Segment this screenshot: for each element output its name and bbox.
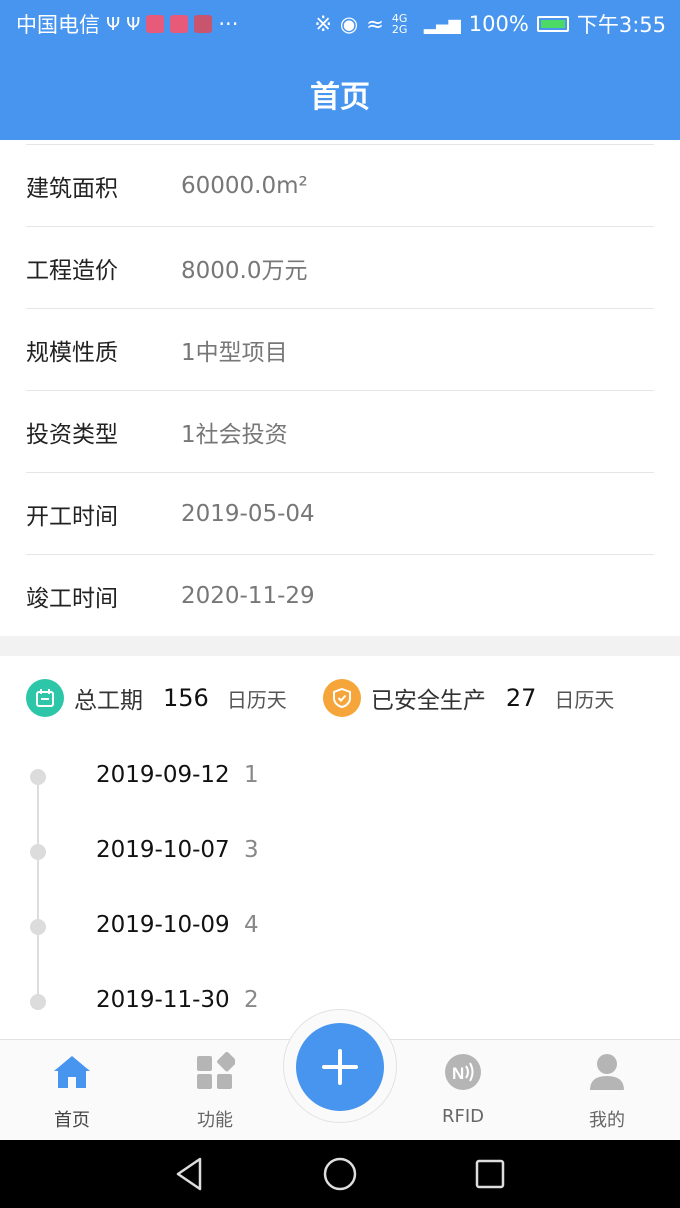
plus-icon bbox=[322, 1049, 358, 1085]
nav-rfid[interactable]: N RFID bbox=[413, 1040, 513, 1140]
page-title: 首页 bbox=[310, 80, 370, 115]
timeline-count: 2 bbox=[244, 987, 259, 1013]
person-icon bbox=[590, 1054, 624, 1090]
info-value: 60000.0m² bbox=[181, 172, 308, 199]
info-label: 竣工时间 bbox=[26, 585, 118, 612]
battery-percent: 100% bbox=[468, 12, 529, 36]
section-divider bbox=[0, 636, 680, 656]
info-value: 8000.0万元 bbox=[181, 257, 308, 284]
nav-home-label: 首页 bbox=[54, 1110, 90, 1131]
app-notification-icon bbox=[194, 15, 213, 33]
timeline-date: 2019-09-12 bbox=[96, 762, 230, 788]
nav-profile-label: 我的 bbox=[589, 1110, 625, 1131]
add-button[interactable] bbox=[296, 1023, 384, 1111]
safe-days-value: 27 bbox=[505, 684, 537, 712]
info-label: 工程造价 bbox=[26, 257, 118, 284]
usb-icon: Ψ bbox=[106, 13, 121, 35]
timeline-date: 2019-10-07 bbox=[96, 837, 230, 863]
eye-icon: ◉ bbox=[339, 12, 359, 36]
home-circle-icon[interactable] bbox=[320, 1154, 360, 1194]
app-header: 中国电信 Ψ Ψ ··· ※ ◉ ≈ 4G 2G ▂▄▆ 100% 下午3:55… bbox=[0, 0, 680, 140]
carrier-label: 中国电信 bbox=[16, 13, 100, 37]
nfc-icon: N bbox=[445, 1054, 481, 1090]
grid-icon bbox=[197, 1052, 235, 1089]
info-label: 投资类型 bbox=[26, 421, 118, 448]
clock: 下午3:55 bbox=[576, 13, 666, 37]
home-icon bbox=[54, 1056, 90, 1088]
timeline-date: 2019-10-09 bbox=[96, 912, 230, 938]
status-bar: 中国电信 Ψ Ψ ··· ※ ◉ ≈ 4G 2G ▂▄▆ 100% 下午3:55 bbox=[0, 0, 680, 48]
back-icon[interactable] bbox=[170, 1154, 210, 1194]
info-row-area: 建筑面积 60000.0m² bbox=[26, 144, 654, 226]
nav-functions-label: 功能 bbox=[197, 1110, 233, 1131]
timeline-dot bbox=[30, 994, 46, 1010]
nav-home[interactable]: 首页 bbox=[22, 1040, 122, 1140]
project-stats: 总工期 156 日历天 已安全生产 27 日历天 bbox=[26, 676, 614, 720]
info-row-end-date: 竣工时间 2020-11-29 bbox=[26, 554, 654, 636]
nav-functions[interactable]: 功能 bbox=[165, 1040, 265, 1140]
timeline-count: 3 bbox=[244, 837, 259, 863]
usb-icon: Ψ bbox=[126, 13, 141, 35]
info-value: 1社会投资 bbox=[181, 421, 288, 448]
system-nav-bar bbox=[0, 1140, 680, 1208]
project-info-list: 建筑面积 60000.0m² 工程造价 8000.0万元 规模性质 1中型项目 … bbox=[26, 144, 654, 636]
timeline-item[interactable]: 2019-09-12 1 bbox=[26, 740, 626, 815]
timeline-dot bbox=[30, 769, 46, 785]
info-label: 开工时间 bbox=[26, 503, 118, 530]
timeline-dot bbox=[30, 919, 46, 935]
timeline: 2019-09-12 1 2019-10-07 3 2019-10-09 4 2… bbox=[26, 740, 626, 1040]
info-row-start-date: 开工时间 2019-05-04 bbox=[26, 472, 654, 554]
info-row-cost: 工程造价 8000.0万元 bbox=[26, 226, 654, 308]
timeline-item[interactable]: 2019-10-09 4 bbox=[26, 890, 626, 965]
safe-days-unit: 日历天 bbox=[554, 687, 615, 712]
shield-icon bbox=[322, 679, 361, 717]
signal-icon: ▂▄▆ bbox=[423, 14, 461, 34]
info-row-investment: 投资类型 1社会投资 bbox=[26, 390, 654, 472]
timeline-item[interactable]: 2019-10-07 3 bbox=[26, 815, 626, 890]
battery-icon bbox=[536, 16, 569, 32]
wifi-icon: ≈ bbox=[366, 12, 384, 36]
svg-text:N: N bbox=[452, 1064, 464, 1083]
total-period-value: 156 bbox=[163, 684, 209, 712]
total-period-unit: 日历天 bbox=[226, 687, 287, 712]
info-label: 建筑面积 bbox=[26, 175, 118, 202]
info-label: 规模性质 bbox=[26, 339, 118, 366]
app-notification-icon bbox=[146, 15, 165, 33]
nav-rfid-label: RFID bbox=[441, 1106, 485, 1127]
nav-profile[interactable]: 我的 bbox=[557, 1040, 657, 1140]
timeline-date: 2019-11-30 bbox=[96, 987, 230, 1013]
safe-days-label: 已安全生产 bbox=[370, 688, 486, 714]
timeline-count: 1 bbox=[244, 762, 259, 788]
timeline-dot bbox=[30, 844, 46, 860]
network-label: 4G 2G bbox=[391, 12, 408, 36]
info-value: 1中型项目 bbox=[181, 339, 288, 366]
timeline-count: 4 bbox=[244, 912, 259, 938]
info-value: 2019-05-04 bbox=[181, 500, 315, 527]
recents-icon[interactable] bbox=[470, 1154, 510, 1194]
calendar-icon bbox=[26, 679, 64, 717]
bluetooth-icon: ※ bbox=[314, 12, 332, 36]
more-notifications-icon: ··· bbox=[218, 12, 239, 36]
info-value: 2020-11-29 bbox=[181, 582, 315, 609]
total-period-label: 总工期 bbox=[74, 688, 143, 714]
app-notification-icon bbox=[170, 15, 189, 33]
info-row-scale: 规模性质 1中型项目 bbox=[26, 308, 654, 390]
